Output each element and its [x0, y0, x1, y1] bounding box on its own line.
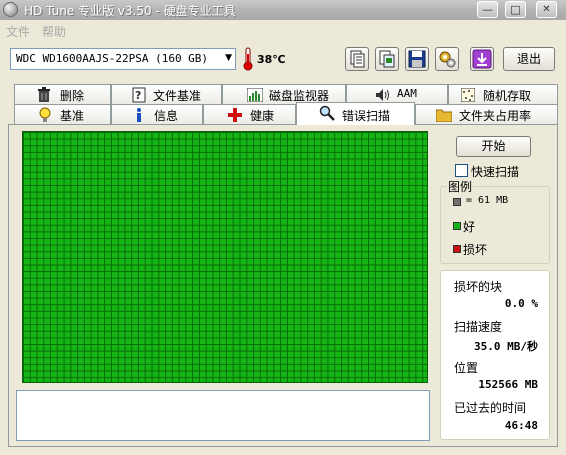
close-button[interactable]: ✕ [536, 1, 557, 18]
tab-error-scan[interactable]: 错误扫描 [296, 102, 415, 125]
legend-swatch-damaged [453, 245, 461, 253]
menu-file[interactable]: 文件 [6, 23, 30, 40]
scan-speed-label: 扫描速度 [454, 320, 503, 334]
tab-benchmark[interactable]: 基准 [14, 104, 111, 124]
copy-screen-icon [379, 50, 395, 68]
menu-help[interactable]: 帮助 [42, 23, 66, 40]
tab-label: 文件基准 [153, 89, 202, 103]
tab-info[interactable]: 信息 [111, 104, 203, 124]
trash-icon [38, 87, 50, 102]
tab-label: 基准 [60, 109, 85, 123]
tab-label: 随机存取 [483, 89, 532, 103]
scan-speed-value: 35.0 MB/秒 [474, 340, 538, 353]
info-icon [137, 108, 141, 122]
quick-scan-checkbox[interactable] [455, 164, 468, 177]
download-button[interactable] [470, 47, 494, 71]
copy-text-button[interactable] [345, 47, 369, 71]
tab-delete[interactable]: 删除 [14, 84, 111, 104]
menu-bar: 文件 帮助 [0, 20, 566, 40]
tab-health[interactable]: 健康 [203, 104, 296, 124]
legend-swatch-good [453, 222, 461, 230]
disk-monitor-icon [247, 88, 263, 102]
quick-scan-label: 快速扫描 [471, 165, 520, 179]
magnifier-icon [319, 105, 335, 121]
thermometer-icon [243, 47, 253, 71]
tab-random-access[interactable]: 随机存取 [448, 84, 558, 104]
tab-label: 文件夹占用率 [459, 109, 532, 123]
damaged-blocks-label: 损坏的块 [454, 280, 503, 294]
tab-label: 信息 [154, 109, 179, 123]
random-access-icon [461, 88, 475, 102]
folder-icon [436, 109, 452, 122]
start-button[interactable]: 开始 [456, 136, 531, 157]
exit-button[interactable]: 退出 [503, 47, 555, 71]
tab-label: 删除 [60, 89, 85, 103]
health-cross-icon [228, 108, 242, 122]
legend-title: 图例 [447, 178, 474, 195]
title-bar[interactable]: HD Tune 专业版 v3.50 - 硬盘专业工具 — □ ✕ [0, 0, 566, 20]
elapsed-time-value: 46:48 [504, 419, 538, 432]
chevron-down-icon: ▼ [225, 53, 232, 63]
temperature-readout: 38℃ [257, 53, 286, 66]
legend-block-size: = 61 MB [466, 195, 509, 206]
minimize-button[interactable]: — [477, 1, 498, 18]
speaker-icon [376, 89, 389, 101]
window-title: HD Tune 专业版 v3.50 - 硬盘专业工具 [24, 4, 236, 18]
tab-aam[interactable]: AAM [346, 84, 448, 104]
download-icon [472, 49, 492, 69]
position-value: 152566 MB [478, 378, 538, 391]
scan-log-box [16, 390, 430, 441]
copy-screen-button[interactable] [375, 47, 399, 71]
save-icon [408, 50, 426, 68]
position-label: 位置 [454, 361, 479, 375]
options-icon [439, 51, 456, 68]
drive-select-value: WDC WD1600AAJS-22PSA (160 GB) [16, 52, 209, 65]
maximize-button[interactable]: □ [505, 1, 526, 18]
legend-swatch-block-size [453, 198, 461, 206]
tab-label: 健康 [250, 109, 275, 123]
drive-select[interactable]: WDC WD1600AAJS-22PSA (160 GB) ▼ [10, 48, 236, 70]
damaged-blocks-value: 0.0 % [504, 297, 538, 310]
tab-disk-monitor[interactable]: 磁盘监视器 [222, 84, 346, 104]
bulb-icon [39, 107, 51, 122]
app-icon [3, 2, 18, 17]
svg-text:?: ? [135, 89, 141, 102]
save-button[interactable] [405, 47, 429, 71]
tab-folder-usage[interactable]: 文件夹占用率 [415, 104, 558, 124]
legend-good: 好 [463, 220, 476, 234]
elapsed-time-label: 已过去的时间 [454, 401, 527, 415]
scan-block-map [22, 131, 428, 383]
tab-file-benchmark[interactable]: ? 文件基准 [111, 84, 222, 104]
tab-label: AAM [397, 87, 417, 100]
legend-damaged: 损坏 [463, 243, 488, 257]
file-benchmark-icon: ? [132, 87, 146, 103]
options-button[interactable] [435, 47, 459, 71]
copy-text-icon [350, 50, 365, 68]
tab-label: 错误扫描 [342, 109, 391, 123]
